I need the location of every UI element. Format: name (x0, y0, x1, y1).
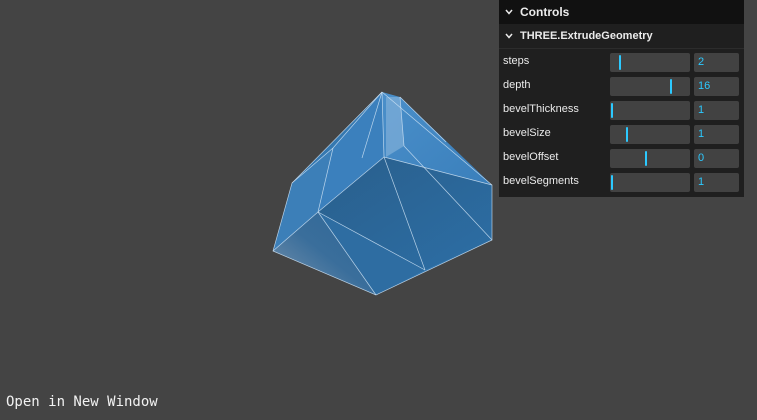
control-row-depth: depth 16 (499, 73, 744, 97)
slider-knob[interactable] (611, 103, 613, 118)
control-row-bevel-thickness: bevelThickness 1 (499, 97, 744, 121)
bevel-size-input[interactable]: 1 (694, 125, 739, 144)
control-label: bevelSegments (503, 175, 579, 187)
steps-input[interactable]: 2 (694, 53, 739, 72)
slider-knob[interactable] (670, 79, 673, 94)
controls-panel: Controls THREE.ExtrudeGeometry steps 2 d… (499, 0, 744, 197)
depth-input[interactable]: 16 (694, 77, 739, 96)
bevel-thickness-slider[interactable] (610, 101, 690, 120)
chevron-down-icon (505, 33, 513, 39)
steps-slider[interactable] (610, 53, 690, 72)
extrude-geometry-folder-header[interactable]: THREE.ExtrudeGeometry (499, 24, 744, 49)
bevel-size-slider[interactable] (610, 125, 690, 144)
control-row-bevel-size: bevelSize 1 (499, 121, 744, 145)
open-in-new-window-link[interactable]: Open in New Window (6, 394, 158, 410)
control-row-bevel-segments: bevelSegments 1 (499, 169, 744, 193)
bevel-segments-input[interactable]: 1 (694, 173, 739, 192)
controls-header[interactable]: Controls (499, 0, 744, 24)
bevel-segments-slider[interactable] (610, 173, 690, 192)
control-label: depth (503, 79, 531, 91)
folder-title: THREE.ExtrudeGeometry (520, 30, 653, 42)
control-label: bevelSize (503, 127, 551, 139)
control-row-bevel-offset: bevelOffset 0 (499, 145, 744, 169)
depth-slider[interactable] (610, 77, 690, 96)
bevel-thickness-input[interactable]: 1 (694, 101, 739, 120)
controls-title: Controls (520, 5, 570, 19)
bevel-offset-slider[interactable] (610, 149, 690, 168)
slider-knob[interactable] (645, 151, 648, 166)
control-label: steps (503, 55, 530, 67)
control-row-steps: steps 2 (499, 49, 744, 73)
chevron-down-icon (505, 9, 513, 15)
control-label: bevelThickness (503, 103, 579, 115)
slider-knob[interactable] (626, 127, 629, 142)
slider-knob[interactable] (611, 175, 613, 190)
bevel-offset-input[interactable]: 0 (694, 149, 739, 168)
slider-knob[interactable] (618, 55, 621, 70)
control-label: bevelOffset (503, 151, 559, 163)
